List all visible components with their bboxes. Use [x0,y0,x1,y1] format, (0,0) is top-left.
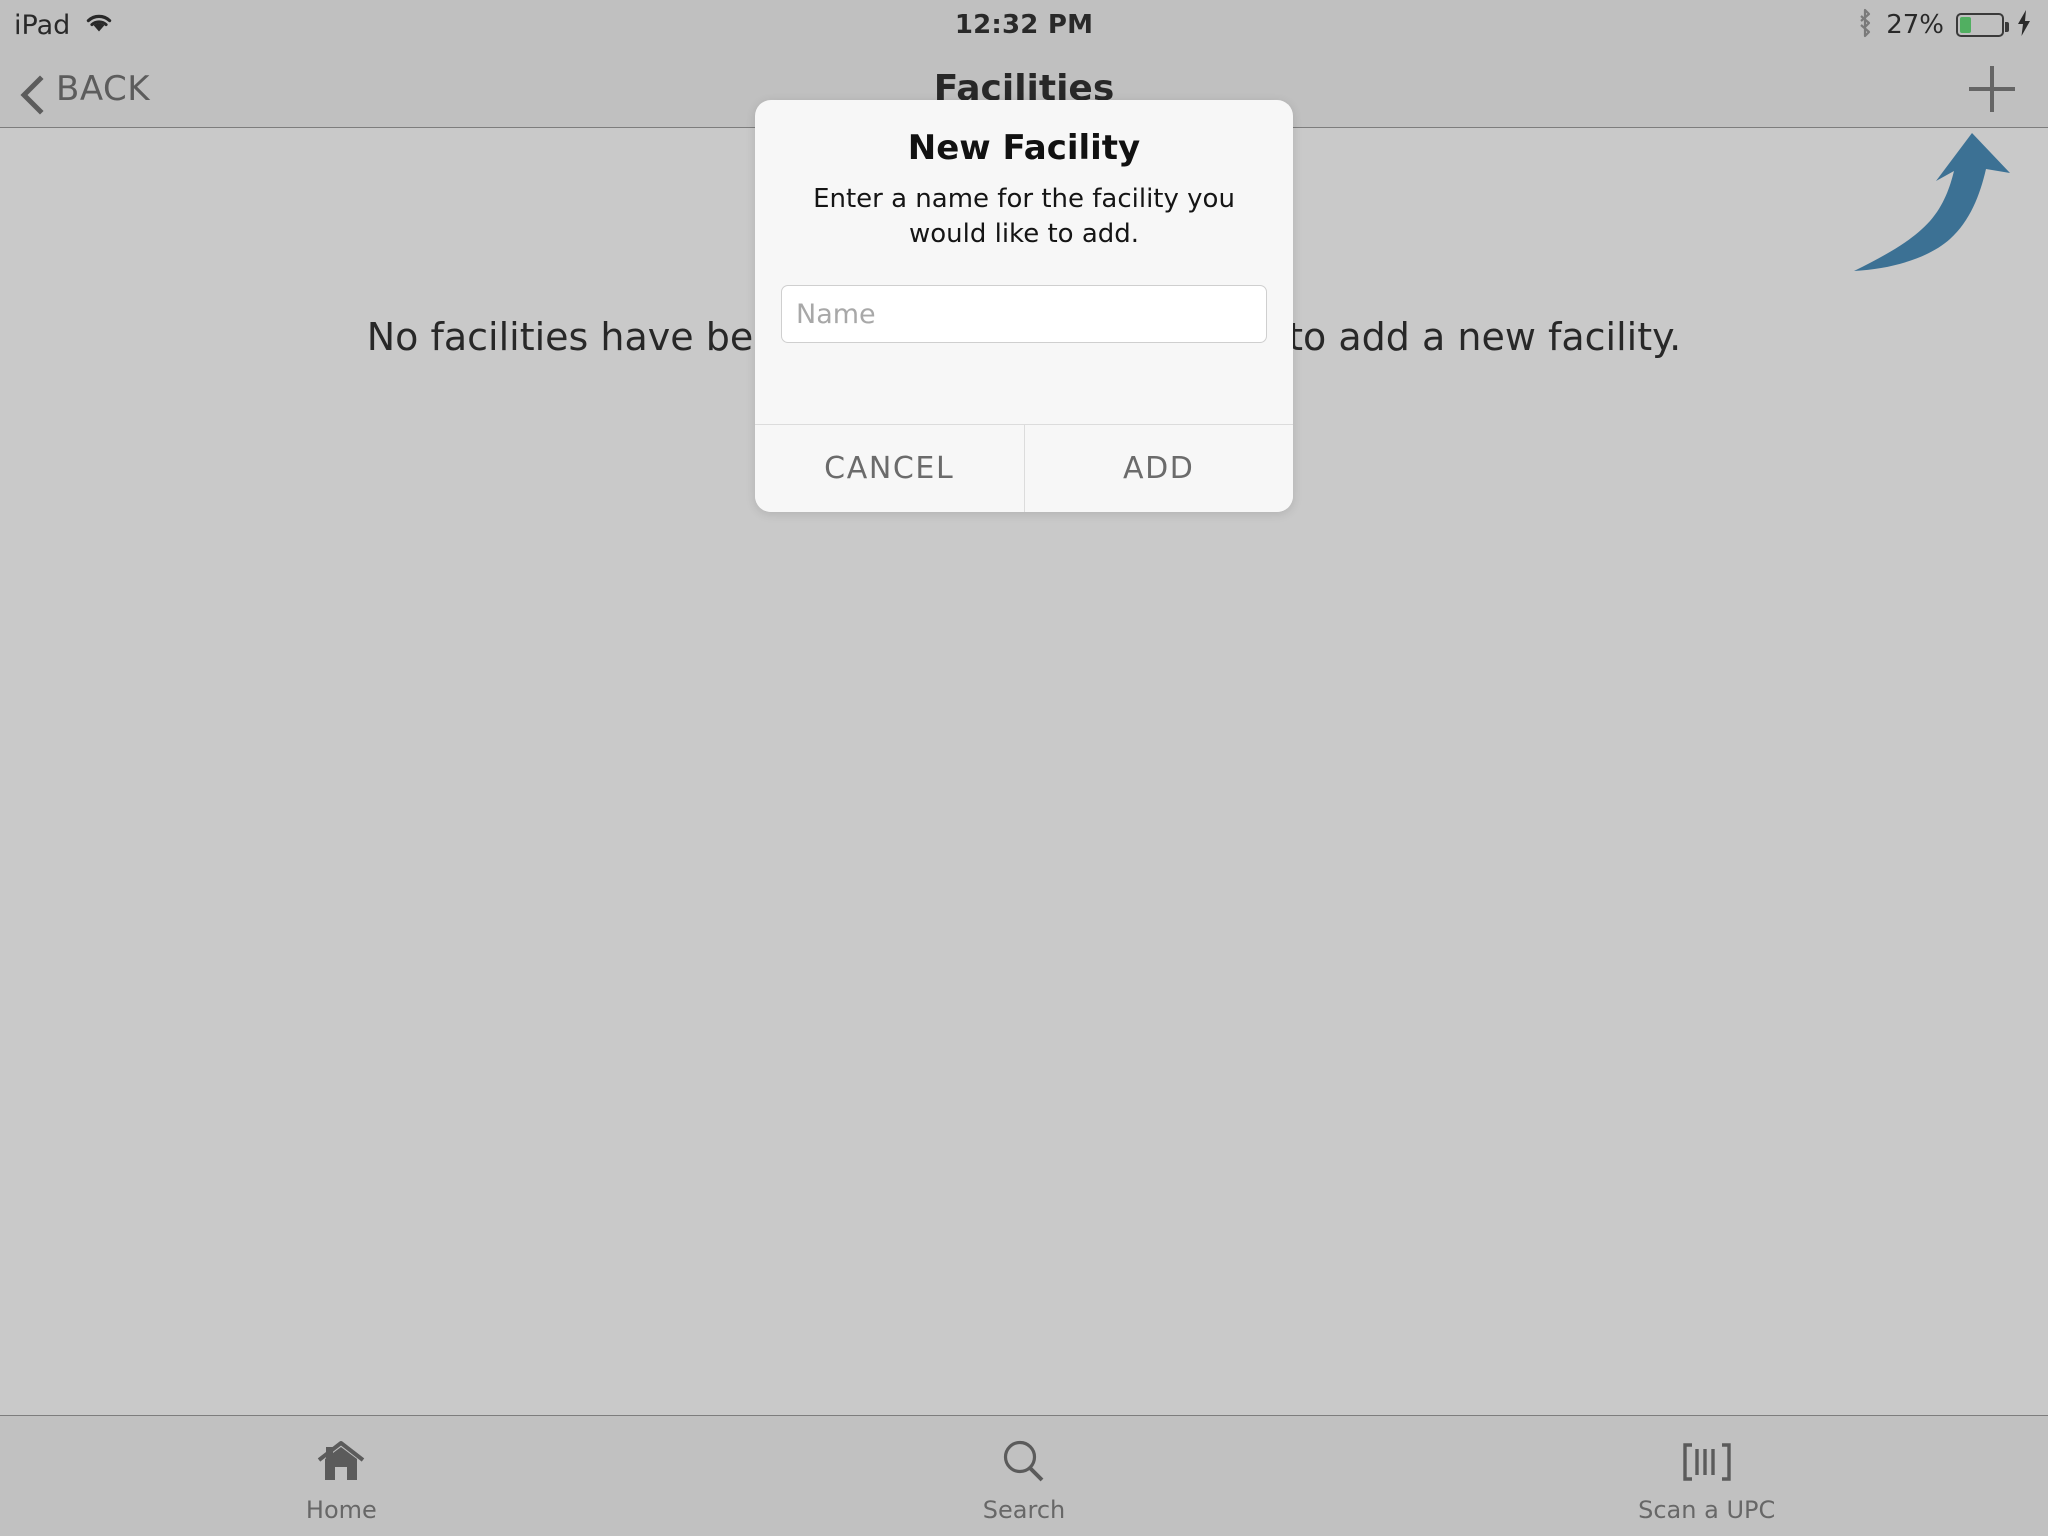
tab-home-label: Home [305,1496,377,1524]
status-bar-clock: 12:32 PM [954,10,1094,40]
dialog-action-row: CANCEL ADD [755,424,1293,512]
tab-bar: Home Search Scan a UPC [0,1415,2048,1536]
lightning-bolt-icon [2016,9,2032,41]
tab-home[interactable]: Home [0,1416,683,1536]
tab-scan-upc[interactable]: Scan a UPC [1365,1416,2048,1536]
tab-scan-upc-label: Scan a UPC [1638,1496,1776,1524]
dialog-body: New Facility Enter a name for the facili… [755,100,1293,424]
tab-search-label: Search [982,1496,1066,1524]
barcode-icon [1679,1436,1735,1488]
status-bar: iPad 12:32 PM 27% [0,0,2048,50]
dialog-title: New Facility [907,128,1141,168]
home-icon [315,1436,367,1488]
ipad-screen: iPad 12:32 PM 27% BACK Facilities No fac… [0,0,2048,1536]
dialog-message: Enter a name for the facility you would … [813,184,1235,249]
plus-icon [1969,66,2015,112]
add-confirm-button[interactable]: ADD [1023,425,1293,512]
add-facility-button[interactable] [1956,50,2028,128]
status-bar-right: 27% [1856,8,2032,42]
curved-arrow-up-right-icon [1850,129,2020,279]
search-icon [999,1436,1049,1488]
facility-name-input[interactable] [781,285,1267,344]
bluetooth-icon [1856,8,1874,42]
tab-search[interactable]: Search [683,1416,1366,1536]
battery-icon [1956,13,2009,37]
cancel-button[interactable]: CANCEL [755,425,1024,512]
new-facility-dialog: New Facility Enter a name for the facili… [755,100,1293,512]
battery-percent-label: 27% [1886,10,1944,40]
